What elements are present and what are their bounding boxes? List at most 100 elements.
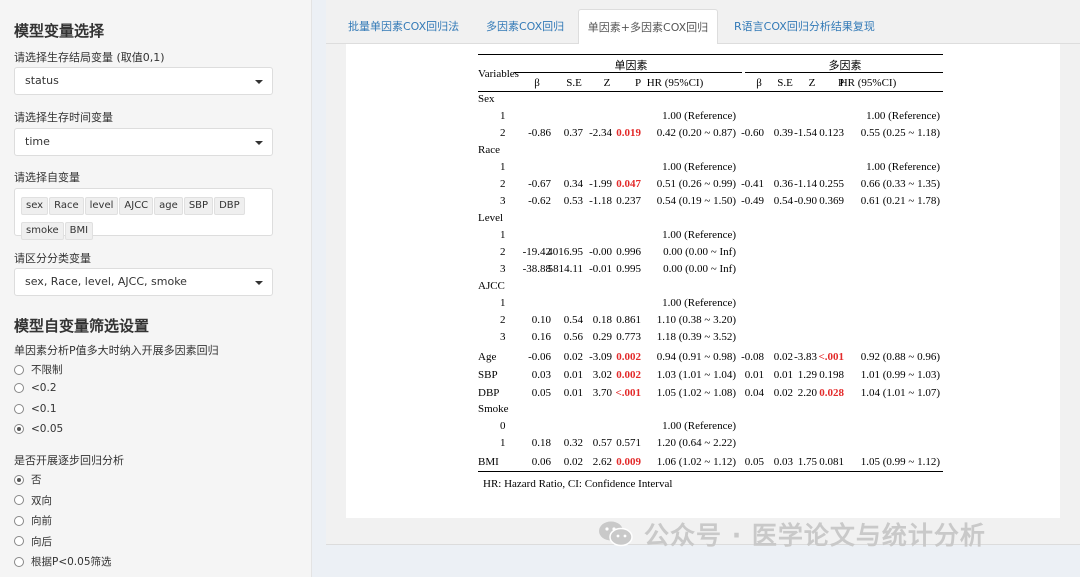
stepwise-option-label: 向前 (31, 515, 52, 527)
uni-col-header: HR (95%CI) (646, 77, 704, 89)
step-label: 是否开展逐步回归分析 (14, 454, 124, 467)
radio-button[interactable] (14, 383, 24, 394)
uni-cell: 1.00 (Reference) (662, 297, 736, 309)
watermark-text: 公众号 · 医学论文与统计分析 (644, 521, 986, 550)
caret-down-icon (255, 281, 263, 285)
row-label: 1 (500, 229, 506, 241)
tab-3[interactable]: R语言COX回归分析结果复现 (734, 9, 875, 44)
row-label: AJCC (478, 280, 505, 292)
multi-cell: 1.00 (Reference) (866, 110, 940, 122)
time-value: time (25, 135, 50, 148)
table-top-rule (478, 54, 943, 55)
radio-button[interactable] (14, 364, 24, 375)
row-label: 1 (500, 110, 506, 122)
row-label: 1 (500, 297, 506, 309)
stepwise-option-label: 双向 (31, 494, 52, 507)
radio-button[interactable] (14, 423, 24, 434)
result-panel: 单因素 多因素 Variables β S.E Z P HR (95%CI) β S.E Z P HR … (346, 44, 1060, 518)
multi-cell: 0.66 (0.33 ~ 1.35) (860, 178, 940, 190)
uni-cell: 1.00 (Reference) (662, 110, 736, 122)
multi-cell: 0.55 (0.25 ~ 1.18) (860, 127, 940, 139)
stepwise-option[interactable]: 向前 (14, 513, 52, 528)
uni-cell: 1.10 (0.38 ~ 3.20) (656, 314, 736, 326)
uni-cell: 1.00 (Reference) (662, 420, 736, 432)
p-threshold-option-label: 不限制 (31, 364, 63, 376)
model-variable-title: 模型变量选择 (14, 22, 105, 40)
uni-cell: 0.00 (0.00 ~ Inf) (663, 263, 736, 275)
variable-chip[interactable]: DBP (214, 197, 245, 215)
row-label: 1 (500, 161, 506, 173)
uni-cell: 1.20 (0.64 ~ 2.22) (656, 437, 736, 449)
row-label: 0 (500, 420, 506, 432)
cat-select[interactable]: sex, Race, level, AJCC, smoke (14, 268, 273, 296)
p-threshold-option-label: <0.05 (31, 422, 64, 435)
tab-0[interactable]: 批量单因素COX回归法 (348, 9, 459, 44)
multi-cell: 1.01 (0.99 ~ 1.03) (860, 369, 940, 381)
indep-multiselect[interactable]: sex Race level AJCC age SBP DBP smoke BMI (14, 188, 273, 240)
watermark: 公众号 · 医学论文与统计分析 (598, 516, 986, 552)
row-label: Smoke (478, 403, 509, 415)
sidebar: 模型变量选择 请选择生存结局变量 (取值0,1) status 请选择生存时间变… (0, 0, 312, 577)
time-label: 请选择生存时间变量 (14, 111, 113, 124)
variable-chip[interactable]: smoke (21, 222, 64, 240)
variable-chip[interactable]: level (84, 197, 119, 215)
variable-chip[interactable]: Race (49, 197, 84, 215)
stepwise-option-label: 向后 (31, 535, 52, 548)
p-threshold-option[interactable]: <0.05 (14, 423, 63, 435)
stepwise-option[interactable]: 向后 (14, 534, 52, 549)
row-label: Sex (478, 93, 495, 105)
p-threshold-option[interactable]: <0.2 (14, 382, 57, 394)
tab-1[interactable]: 多因素COX回归 (486, 9, 564, 44)
p-label: 单因素分析P值多大时纳入开展多因素回归 (14, 344, 219, 357)
cat-label: 请区分分类变量 (14, 252, 91, 265)
tab-2[interactable]: 单因素+多因素COX回归 (578, 9, 718, 45)
variable-chip[interactable]: age (154, 197, 183, 215)
radio-button[interactable] (14, 536, 24, 546)
stepwise-option-label: 根据P<0.05筛选 (31, 556, 112, 568)
table-footnote: HR: Hazard Ratio, CI: Confidence Interva… (483, 478, 673, 490)
multi-group-rule (745, 72, 943, 73)
radio-button[interactable] (14, 556, 24, 567)
multi-cell: 0.61 (0.21 ~ 1.78) (860, 195, 940, 207)
main-area: 批量单因素COX回归法 多因素COX回归 单因素+多因素COX回归 R语言COX回归分… (326, 0, 1080, 545)
stepwise-option-label: 否 (31, 474, 42, 486)
stepwise-option[interactable]: 否 (14, 472, 42, 487)
uni-cell: 1.18 (0.39 ~ 3.52) (656, 331, 736, 343)
p-threshold-option[interactable]: <0.1 (14, 403, 57, 415)
radio-button[interactable] (14, 474, 24, 485)
p-threshold-option[interactable]: 不限制 (14, 362, 63, 377)
row-label: Level (478, 212, 504, 224)
table-bottom-rule (478, 471, 943, 472)
wechat-icon (599, 521, 633, 547)
variable-chip[interactable]: SBP (183, 197, 214, 215)
radio-button[interactable] (14, 515, 24, 526)
p-threshold-option-label: <0.2 (31, 382, 57, 395)
uni-cell: 1.00 (Reference) (662, 161, 736, 173)
stepwise-option[interactable]: 根据P<0.05筛选 (14, 554, 112, 569)
variable-chip[interactable]: AJCC (119, 197, 154, 215)
row-label: Race (478, 144, 500, 156)
uni-cell: 0.00 (0.00 ~ Inf) (663, 246, 736, 258)
outcome-select[interactable]: status (14, 67, 273, 95)
caret-down-icon (255, 80, 263, 84)
table-header-rule (478, 91, 943, 92)
variable-chip[interactable]: sex (21, 197, 49, 215)
radio-button[interactable] (14, 495, 24, 505)
radio-button[interactable] (14, 403, 24, 414)
cat-value: sex, Race, level, AJCC, smoke (25, 275, 187, 288)
indep-label: 请选择自变量 (14, 171, 80, 184)
tab-bar: 批量单因素COX回归法 多因素COX回归 单因素+多因素COX回归 R语言COX回归分… (326, 9, 1080, 45)
group-uni-header: 单因素 (614, 60, 648, 72)
screen-title: 模型自变量筛选设置 (14, 317, 150, 335)
time-select[interactable]: time (14, 128, 273, 156)
multi-col-header: HR (95%CI) (839, 77, 897, 89)
variable-chip[interactable]: BMI (64, 222, 94, 240)
multi-cell: 1.00 (Reference) (866, 161, 940, 173)
group-multi-header: 多因素 (828, 60, 862, 72)
multi-cell: 0.92 (0.88 ~ 0.96) (860, 351, 940, 363)
uni-cell: 1.00 (Reference) (662, 229, 736, 241)
multi-cell: 1.05 (0.99 ~ 1.12) (860, 456, 940, 468)
caret-down-icon (255, 141, 263, 145)
outcome-value: status (25, 74, 59, 87)
stepwise-option[interactable]: 双向 (14, 493, 52, 508)
